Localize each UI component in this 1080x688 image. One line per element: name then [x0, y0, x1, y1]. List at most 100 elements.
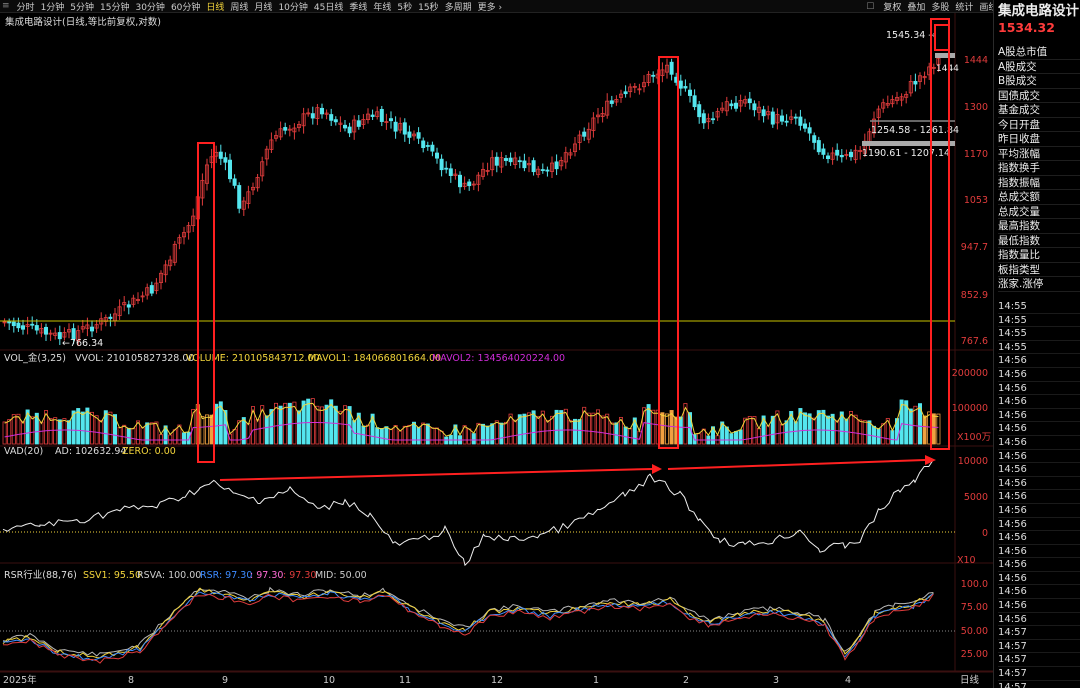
info-item[interactable]: 平均涨幅	[998, 147, 1080, 161]
info-item[interactable]: 总成交量	[998, 205, 1080, 219]
tick-time: 14:57	[998, 653, 1080, 668]
tick-time: 14:57	[998, 626, 1080, 640]
tick-time: 14:56	[998, 531, 1080, 545]
candle-body	[913, 81, 918, 85]
candle-body	[770, 111, 775, 125]
vad-axis-tick: 10000	[958, 456, 988, 467]
volume-bar	[393, 425, 398, 445]
volume-bar	[172, 429, 177, 445]
tick-time: 14:56	[998, 572, 1080, 586]
volume-bar	[209, 414, 214, 445]
volume-bar	[628, 428, 633, 445]
vol-axis-tick: 100000	[952, 403, 988, 414]
vad-unit: X10	[957, 555, 976, 566]
volume-bar	[793, 421, 798, 445]
info-item[interactable]: 今日开盘	[998, 118, 1080, 132]
volume-bar	[158, 434, 163, 445]
volume-bar	[499, 422, 504, 445]
candle-body	[388, 118, 393, 122]
candle-body	[545, 169, 550, 172]
volume-bar	[568, 419, 573, 445]
candle-body	[522, 160, 527, 169]
vad-zero-label: ZERO: 0.00	[122, 446, 176, 457]
info-item[interactable]: A股总市值	[998, 45, 1080, 60]
x-axis-tick: 8	[128, 675, 134, 686]
volume-bar	[384, 426, 389, 445]
volume-bar	[149, 422, 154, 445]
x-axis-tick: 3	[773, 675, 779, 686]
x-axis-tick: 12	[491, 675, 503, 686]
range-band-top	[935, 53, 955, 58]
x-axis-tick: 2	[683, 675, 689, 686]
candle-body	[232, 178, 237, 186]
volume-bar	[780, 423, 785, 445]
info-item[interactable]: 涨家.涨停	[998, 277, 1080, 292]
info-item[interactable]: A股成交	[998, 60, 1080, 74]
info-item[interactable]: 总成交额	[998, 190, 1080, 205]
volume-bar	[480, 423, 485, 445]
volume-bar	[651, 409, 656, 445]
candle-body	[761, 109, 766, 117]
candle-body	[531, 160, 536, 173]
info-item[interactable]: 最高指数	[998, 219, 1080, 234]
candle-body	[688, 89, 693, 96]
volume-bar	[76, 408, 81, 445]
info-item[interactable]: B股成交	[998, 74, 1080, 89]
vad-title: VAD(20)	[4, 446, 43, 457]
tick-time: 14:55	[998, 300, 1080, 314]
volume-bar	[812, 417, 817, 445]
info-list: A股总市值 A股成交 B股成交 国债成交 基金成交 今日开盘 昨日收盘 平均涨幅 指数换手 指数振…	[998, 45, 1080, 292]
candle-body	[517, 160, 522, 163]
tick-time: 14:55	[998, 314, 1080, 328]
range1-label: 1254.58 - 1261.84	[871, 125, 959, 136]
tick-time: 14:55	[998, 327, 1080, 341]
candle-body	[711, 118, 716, 121]
tick-time: 14:56	[998, 354, 1080, 368]
tick-time: 14:56	[998, 518, 1080, 532]
info-item[interactable]: 指数量比	[998, 248, 1080, 263]
info-item[interactable]: 板指类型	[998, 263, 1080, 277]
candle-body	[651, 74, 656, 77]
x-axis-tick: 2025年	[3, 674, 37, 686]
tick-time: 14:56	[998, 436, 1080, 450]
volume-bar	[126, 427, 131, 445]
candles	[2, 53, 941, 346]
range2-label: 1190.61 - 1207.14	[862, 148, 950, 159]
candle-body	[697, 104, 702, 118]
volume-bar	[513, 419, 518, 445]
kline-chart-area[interactable]: 1254.58 - 1261.84 1190.61 - 1207.14 ←766.3…	[0, 0, 993, 688]
volume-bar	[94, 415, 99, 445]
tick-time: 14:56	[998, 613, 1080, 627]
candle-body	[780, 115, 785, 122]
vol-unit: X100万	[957, 432, 991, 443]
volume-bar	[430, 427, 435, 445]
tick-time: 14:56	[998, 409, 1080, 423]
volume-bar	[67, 420, 72, 445]
volume-bar	[2, 421, 7, 445]
info-item[interactable]: 国债成交	[998, 89, 1080, 103]
volume-bar	[200, 416, 205, 445]
candle-body	[30, 323, 35, 326]
rsr-axis-tick: 25.00	[961, 649, 988, 660]
info-item[interactable]: 最低指数	[998, 234, 1080, 248]
candle-body	[816, 140, 821, 153]
info-item[interactable]: 昨日收盘	[998, 132, 1080, 147]
volume-bar	[232, 428, 237, 445]
volume-bar	[402, 425, 407, 445]
info-item[interactable]: 指数振幅	[998, 176, 1080, 190]
price-axis-tick: 1053	[964, 195, 988, 206]
info-item[interactable]: 指数换手	[998, 161, 1080, 176]
vvol-label: VVOL: 210105827328.00	[75, 353, 194, 364]
candle-body	[752, 103, 757, 111]
candle-body	[310, 113, 315, 119]
rsr-axis-tick: 50.00	[961, 626, 988, 637]
candle-body	[678, 80, 683, 89]
volume-bar	[241, 417, 246, 445]
price-axis-tick: 1300	[964, 102, 988, 113]
candle-body	[467, 181, 472, 187]
x-axis-tick: 日线	[960, 674, 980, 686]
last-price-tag: 1444	[936, 64, 959, 74]
volume-bar	[614, 422, 619, 445]
info-item[interactable]: 基金成交	[998, 103, 1080, 118]
tick-time: 14:56	[998, 558, 1080, 572]
